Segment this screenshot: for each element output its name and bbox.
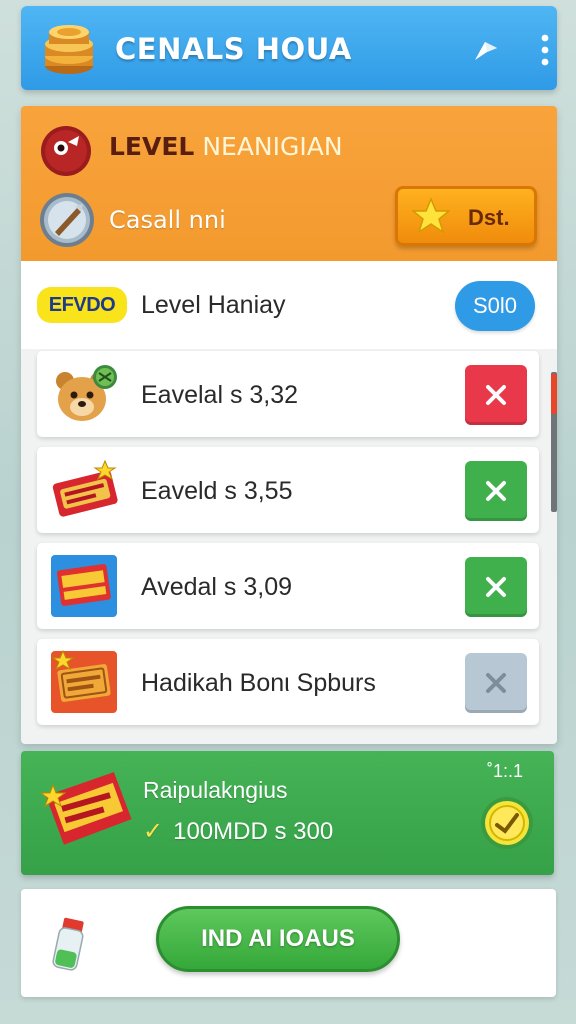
dst-button-label: Dst. [468,205,510,230]
dismiss-button[interactable] [465,365,527,425]
scrollbar-thumb[interactable] [551,374,557,414]
reward-label: Eavelal s 3,32 [141,381,299,409]
footer-bar: IND AI IOAUS [21,889,556,997]
share-icon[interactable] [471,36,501,66]
app-title: CENALS HOUA [115,32,352,66]
bonus-subtitle-row: ✓ 100MDD s 300 [143,817,333,846]
star-icon [412,197,450,234]
reward-label: Eaveld s 3,55 [141,477,293,505]
main-panel: LEVEL NEANIGIAN Casall nni Dst. EFVDO Le… [21,106,557,744]
reward-label: Hadikah Bonι Spburs [141,669,376,697]
bonus-card[interactable]: Raipulakngius ✓ 100MDD s 300 ˚1:.1 [21,751,554,875]
checkmark-icon: ✓ [143,818,164,845]
level-title-accent: NEANIGIAN [194,132,343,161]
summary-badge: EFVDO [37,287,127,323]
summary-label: Level Haniay [141,291,286,319]
candy-pack-icon [52,459,118,517]
dismiss-button[interactable] [465,461,527,521]
reward-label: Avedal s 3,09 [141,573,293,601]
player-name: Casall nni [109,206,226,234]
dst-button[interactable]: Dst. [395,186,537,246]
reward-row[interactable]: Eaveld s 3,55 [37,447,539,533]
primary-cta-button[interactable]: IND AI IOAUS [156,906,400,972]
bonus-pack-icon [51,555,117,617]
level-title: LEVEL NEANIGIAN [109,132,343,161]
dismiss-button[interactable] [465,653,527,713]
coin-stack-icon [45,25,93,74]
reward-row[interactable]: Eavelal s 3,32 [37,351,539,437]
more-vertical-icon[interactable] [535,32,555,68]
sword-shield-avatar-icon[interactable] [39,192,95,248]
summary-row: EFVDO Level Haniay S0l0 [21,261,557,349]
potion-icon[interactable] [49,915,89,973]
close-icon [486,481,506,501]
level-card: LEVEL NEANIGIAN Casall nni Dst. [21,106,557,261]
summary-value-pill[interactable]: S0l0 [455,281,535,331]
reward-row[interactable]: Hadikah Bonι Spburs [37,639,539,725]
level-title-main: LEVEL [109,132,195,161]
coin-icon[interactable] [479,795,535,851]
app-header: CENALS HOUA [21,6,557,90]
close-icon [486,385,506,405]
close-icon [486,673,506,693]
bomb-badge-icon [41,126,91,176]
bear-icon [56,365,117,421]
reward-row[interactable]: Avedal s 3,09 [37,543,539,629]
dismiss-button[interactable] [465,557,527,617]
bonus-title: Raipulakngius [143,777,288,803]
bonus-corner-label: ˚1:.1 [487,761,524,781]
ticket-icon [51,649,117,713]
close-icon [486,577,506,597]
bonus-subtitle: 100MDD s 300 [173,818,334,845]
spurs-pack-icon [39,772,132,845]
